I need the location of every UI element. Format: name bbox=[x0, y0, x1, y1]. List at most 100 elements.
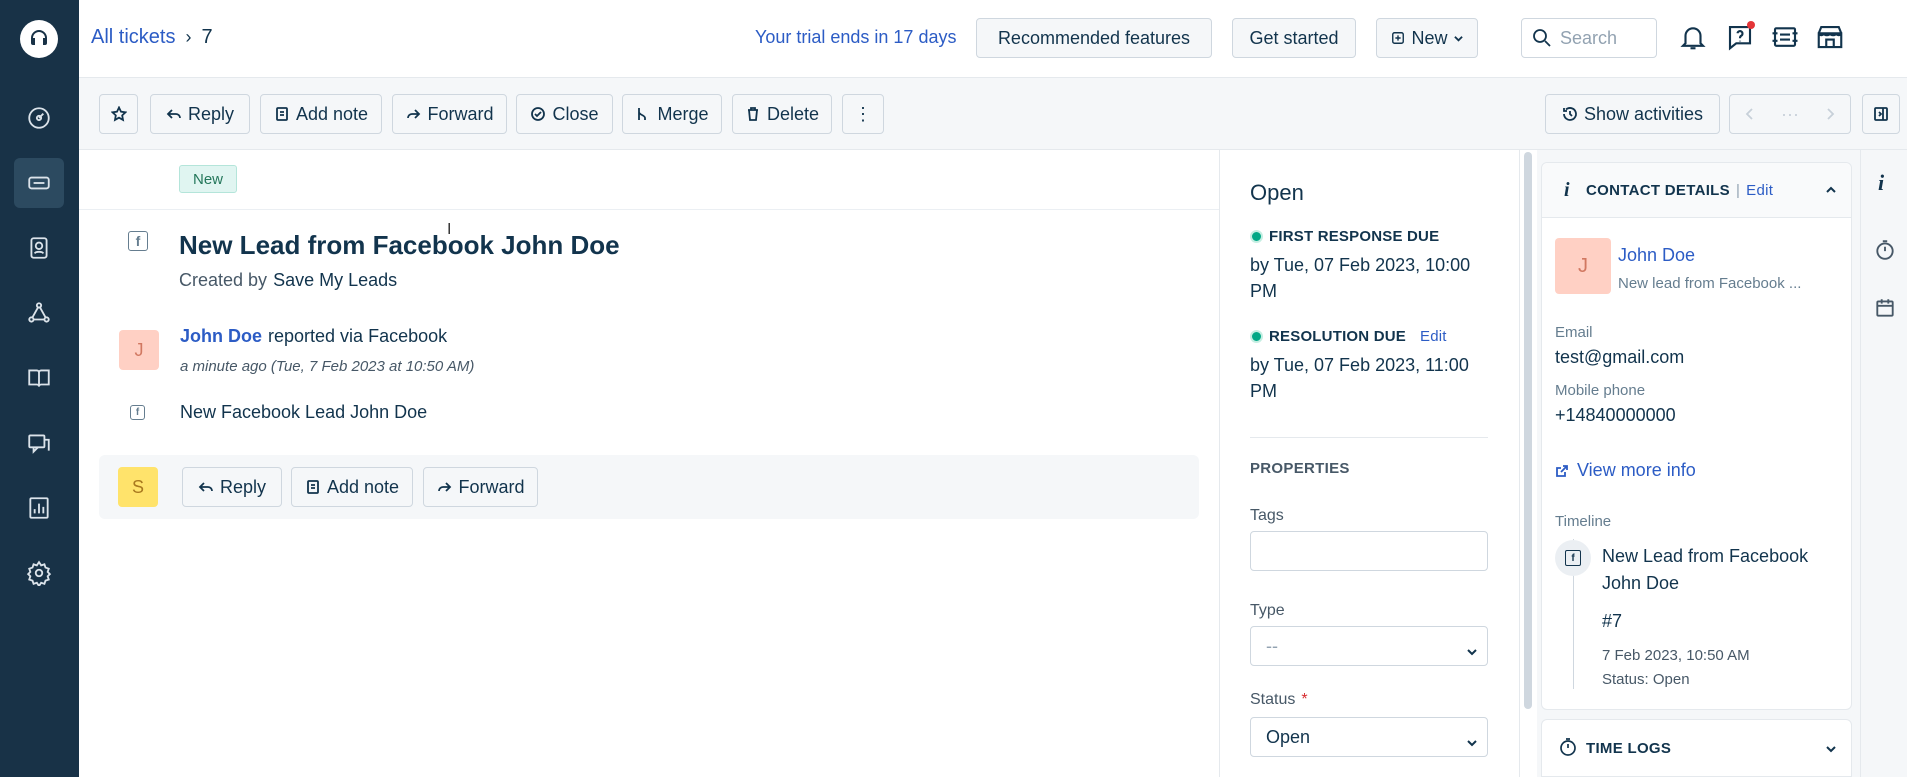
type-select[interactable]: -- bbox=[1250, 626, 1488, 666]
forward-label: Forward bbox=[427, 103, 494, 124]
reports-icon[interactable] bbox=[14, 483, 64, 533]
view-more-info-link[interactable]: View more info bbox=[1555, 460, 1696, 481]
view-more-label: View more info bbox=[1577, 460, 1696, 480]
close-ticket-button[interactable]: Close bbox=[516, 94, 613, 134]
agent-avatar: S bbox=[118, 467, 158, 507]
timeline-facebook-icon: f bbox=[1555, 540, 1591, 576]
toggle-sidebar-button[interactable] bbox=[1862, 94, 1900, 134]
previous-chevron-icon[interactable] bbox=[1742, 106, 1758, 122]
scrollbar-thumb[interactable] bbox=[1524, 152, 1532, 709]
resolution-edit-link[interactable]: Edit bbox=[1420, 328, 1447, 345]
phone-label: Mobile phone bbox=[1555, 382, 1646, 399]
show-activities-button[interactable]: Show activities bbox=[1545, 94, 1720, 134]
status-select-value: Open bbox=[1266, 726, 1311, 747]
requester-name-link[interactable]: John Doe bbox=[180, 326, 262, 346]
marketplace-icon[interactable] bbox=[1768, 20, 1802, 54]
stopwatch-icon bbox=[1558, 737, 1578, 762]
trial-notice-link[interactable]: Your trial ends in 17 days bbox=[755, 27, 956, 48]
contacts-icon[interactable] bbox=[14, 223, 64, 273]
contact-details-card: i CONTACT DETAILS | Edit J John Doe New … bbox=[1541, 162, 1852, 710]
forward-arrow-icon bbox=[438, 482, 452, 492]
text-cursor-icon: I bbox=[447, 221, 452, 238]
reply-button[interactable]: Reply bbox=[150, 94, 250, 134]
reply-arrow-icon bbox=[198, 482, 213, 492]
help-icon[interactable] bbox=[1723, 20, 1757, 54]
calendar-icon[interactable] bbox=[1871, 294, 1899, 322]
external-link-icon bbox=[1556, 464, 1568, 477]
check-circle-icon bbox=[531, 107, 546, 121]
more-actions-button[interactable]: ⋮ bbox=[842, 94, 884, 134]
show-activities-label: Show activities bbox=[1583, 103, 1704, 124]
merge-label: Merge bbox=[657, 103, 709, 124]
properties-heading: PROPERTIES bbox=[1250, 460, 1350, 477]
contact-name-link[interactable]: John Doe bbox=[1618, 245, 1695, 266]
chevron-down-icon bbox=[1467, 641, 1477, 656]
timeline-date: 7 Feb 2023, 10:50 AM bbox=[1602, 647, 1750, 664]
apps-store-icon[interactable] bbox=[1813, 20, 1847, 54]
properties-scrollbar[interactable] bbox=[1519, 150, 1537, 777]
facebook-source-icon: f bbox=[128, 231, 148, 251]
reply-label: Reply bbox=[187, 103, 235, 124]
forums-icon[interactable] bbox=[14, 418, 64, 468]
contact-details-title-text: CONTACT DETAILS bbox=[1586, 182, 1730, 199]
tags-input[interactable] bbox=[1250, 531, 1488, 571]
time-logs-card[interactable]: TIME LOGS bbox=[1541, 719, 1852, 777]
search-input[interactable]: Search bbox=[1521, 18, 1657, 58]
add-note-bottom-label: Add note bbox=[326, 476, 400, 497]
timeline-ticket-number: #7 bbox=[1602, 611, 1623, 631]
search-placeholder: Search bbox=[1560, 27, 1618, 48]
ticket-conversation: New f New Lead from Facebook John Doe Cr… bbox=[79, 150, 1219, 777]
ticket-status-strip: New bbox=[79, 150, 1219, 210]
contact-details-header[interactable]: i CONTACT DETAILS | Edit bbox=[1542, 163, 1851, 218]
delete-button[interactable]: Delete bbox=[732, 94, 832, 134]
settings-gear-icon[interactable] bbox=[14, 548, 64, 598]
info-icon[interactable]: i bbox=[1878, 170, 1884, 196]
star-button[interactable] bbox=[99, 94, 138, 134]
ticket-subject: New Lead from Facebook John Doe bbox=[179, 230, 620, 260]
forward-button[interactable]: Forward bbox=[392, 94, 507, 134]
left-nav bbox=[0, 0, 79, 777]
ticket-pager: ··· bbox=[1729, 94, 1851, 134]
stopwatch-icon[interactable] bbox=[1871, 236, 1899, 264]
divider bbox=[1250, 437, 1488, 438]
add-note-button[interactable]: Add note bbox=[260, 94, 382, 134]
freshdesk-logo-icon[interactable] bbox=[20, 20, 58, 58]
forward-bottom-button[interactable]: Forward bbox=[423, 467, 538, 507]
groups-icon[interactable] bbox=[14, 288, 64, 338]
history-icon bbox=[1563, 107, 1577, 121]
chevron-down-icon bbox=[1467, 732, 1477, 747]
close-label: Close bbox=[552, 103, 599, 124]
created-by-line: Created by Save My Leads bbox=[179, 270, 397, 291]
trash-icon bbox=[747, 107, 758, 121]
all-tickets-link[interactable]: All tickets bbox=[91, 26, 175, 49]
next-chevron-icon[interactable] bbox=[1822, 106, 1838, 122]
recommended-features-button[interactable]: Recommended features bbox=[976, 18, 1212, 58]
timeline-label: Timeline bbox=[1555, 513, 1612, 530]
contact-edit-link[interactable]: Edit bbox=[1746, 182, 1773, 199]
status-select[interactable]: Open bbox=[1250, 717, 1488, 757]
tickets-icon[interactable] bbox=[14, 158, 64, 208]
new-dropdown-button[interactable]: New bbox=[1376, 18, 1478, 58]
ticket-status-title: Open bbox=[1250, 180, 1304, 205]
breadcrumb-ticket-number: 7 bbox=[201, 26, 213, 48]
merge-icon bbox=[638, 108, 647, 120]
add-note-bottom-button[interactable]: Add note bbox=[291, 467, 413, 507]
requester-avatar[interactable]: J bbox=[119, 330, 159, 370]
notifications-bell-icon[interactable] bbox=[1676, 20, 1710, 54]
sidebar-panel-icon bbox=[1874, 107, 1888, 121]
merge-button[interactable]: Merge bbox=[622, 94, 722, 134]
pager-dots: ··· bbox=[1780, 103, 1799, 124]
first-response-due-label: FIRST RESPONSE DUE bbox=[1250, 228, 1439, 245]
reply-bottom-button[interactable]: Reply bbox=[182, 467, 282, 507]
timeline-ticket-title[interactable]: New Lead from Facebook John Doe bbox=[1602, 543, 1832, 597]
knowledge-base-icon[interactable] bbox=[14, 353, 64, 403]
chevron-up-icon[interactable] bbox=[1825, 183, 1837, 201]
new-button-label: New bbox=[1411, 27, 1448, 48]
first-response-label-text: FIRST RESPONSE DUE bbox=[1269, 228, 1440, 245]
dashboard-icon[interactable] bbox=[14, 93, 64, 143]
reply-bar: S Reply Add note Forward bbox=[99, 455, 1199, 519]
chevron-down-icon[interactable] bbox=[1825, 742, 1837, 760]
note-icon bbox=[307, 480, 319, 494]
get-started-button[interactable]: Get started bbox=[1232, 18, 1356, 58]
forward-bottom-label: Forward bbox=[458, 476, 525, 497]
